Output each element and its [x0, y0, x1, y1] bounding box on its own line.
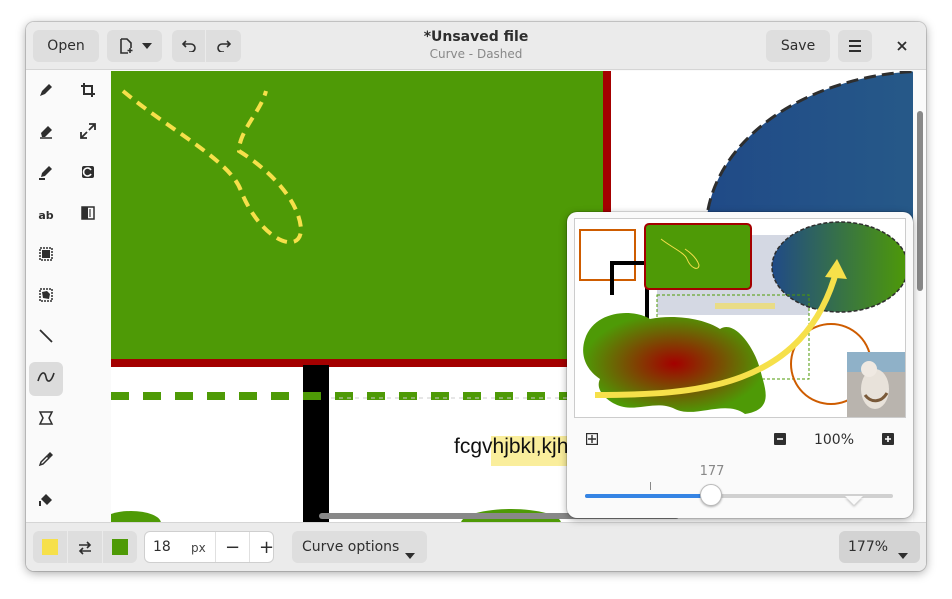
app-window: Open *Unsaved file Curve - Dashed Save a…: [26, 22, 926, 571]
zoom-in-button[interactable]: [879, 430, 897, 448]
hamburger-menu-icon: [848, 40, 862, 52]
swap-colors-icon: [77, 540, 93, 559]
zoom-level-label: 177%: [848, 539, 889, 555]
right-color-button[interactable]: [103, 531, 137, 563]
window-subtitle: Curve - Dashed: [429, 47, 523, 61]
close-button[interactable]: [886, 30, 918, 62]
redo-icon: [216, 40, 231, 52]
scale-icon: [80, 123, 96, 143]
zoom-in-icon: [882, 430, 894, 449]
rotate-icon: [80, 164, 96, 184]
undo-button[interactable]: [172, 30, 205, 62]
tool-text[interactable]: ab: [29, 198, 63, 232]
tool-color-picker[interactable]: [29, 444, 63, 478]
shape-icon: [38, 410, 54, 430]
crop-icon: [80, 82, 96, 102]
tool-scale[interactable]: [71, 116, 105, 150]
tool-free-select[interactable]: [29, 280, 63, 314]
tool-eraser[interactable]: [29, 116, 63, 150]
zoom-slider-mark: [650, 482, 651, 490]
curve-options-label: Curve options: [302, 539, 400, 555]
tool-shape[interactable]: [29, 403, 63, 437]
popover-arrow: [845, 496, 863, 505]
left-color-button[interactable]: [33, 531, 67, 563]
curve-options-dropdown[interactable]: Curve options: [292, 531, 427, 563]
curve-icon: [37, 369, 55, 389]
tool-size-spinbutton[interactable]: 18 px − +: [144, 531, 274, 563]
chevron-down-icon: [898, 544, 908, 563]
minimap-preview[interactable]: [574, 218, 906, 418]
text-icon: ab: [38, 208, 54, 222]
undo-icon: [181, 40, 196, 52]
save-button-label: Save: [780, 38, 816, 54]
zoom-fit-button[interactable]: [583, 430, 601, 448]
zoom-fit-icon: [585, 430, 599, 449]
chevron-down-icon: [141, 43, 152, 49]
tool-curve[interactable]: [29, 362, 63, 396]
redo-button[interactable]: [206, 30, 241, 62]
tool-highlighter[interactable]: [29, 157, 63, 191]
vertical-scrollbar[interactable]: [914, 71, 926, 522]
zoom-out-button[interactable]: [771, 430, 789, 448]
save-button[interactable]: Save: [766, 30, 830, 62]
tool-palette: ab: [26, 71, 110, 522]
size-increase-button[interactable]: +: [249, 532, 283, 562]
zoom-slider-value: 177: [699, 464, 725, 479]
canvas-text: fcgvhjbkl,kjhv: [454, 435, 579, 458]
open-button[interactable]: Open: [33, 30, 99, 62]
zoom-percent-label: 100%: [813, 432, 855, 448]
tool-size-value[interactable]: 18: [153, 539, 171, 555]
zoom-menu-button[interactable]: 177%: [839, 531, 920, 563]
new-document-icon: [118, 38, 134, 54]
zoom-slider-fill: [585, 494, 711, 498]
left-color-swatch: [42, 539, 58, 555]
window-title: *Unsaved file: [423, 29, 529, 45]
new-image-menu-button[interactable]: [107, 30, 162, 62]
main-menu-button[interactable]: [838, 30, 872, 62]
tool-rect-select[interactable]: [29, 239, 63, 273]
filters-icon: [80, 205, 96, 225]
window-title-block: *Unsaved file Curve - Dashed: [326, 28, 626, 62]
tool-line[interactable]: [29, 321, 63, 355]
tool-crop[interactable]: [71, 75, 105, 109]
pencil-icon: [38, 82, 54, 102]
highlighter-icon: [38, 164, 54, 184]
zoom-out-icon: [774, 430, 786, 449]
tool-paint[interactable]: [29, 485, 63, 519]
header-bar: Open *Unsaved file Curve - Dashed Save: [26, 22, 926, 70]
tool-filters[interactable]: [71, 198, 105, 232]
open-button-label: Open: [47, 38, 85, 54]
zoom-popover: 100% 177: [567, 212, 913, 518]
eraser-icon: [38, 123, 54, 143]
bottom-options-bar: 18 px − + Curve options 177%: [26, 522, 926, 571]
swap-colors-button[interactable]: [68, 531, 102, 563]
rect-select-icon: [38, 246, 54, 266]
vertical-scrollbar-thumb[interactable]: [917, 111, 923, 291]
line-icon: [38, 328, 54, 348]
free-select-icon: [38, 287, 54, 307]
right-color-swatch: [112, 539, 128, 555]
tool-pencil[interactable]: [29, 75, 63, 109]
tool-rotate[interactable]: [71, 157, 105, 191]
size-decrease-button[interactable]: −: [215, 532, 249, 562]
paint-bucket-icon: [38, 492, 54, 512]
zoom-slider-knob[interactable]: [700, 484, 722, 506]
chevron-down-icon: [405, 544, 415, 563]
tool-size-unit: px: [191, 541, 206, 555]
color-picker-icon: [38, 451, 54, 471]
close-icon: [897, 41, 907, 51]
